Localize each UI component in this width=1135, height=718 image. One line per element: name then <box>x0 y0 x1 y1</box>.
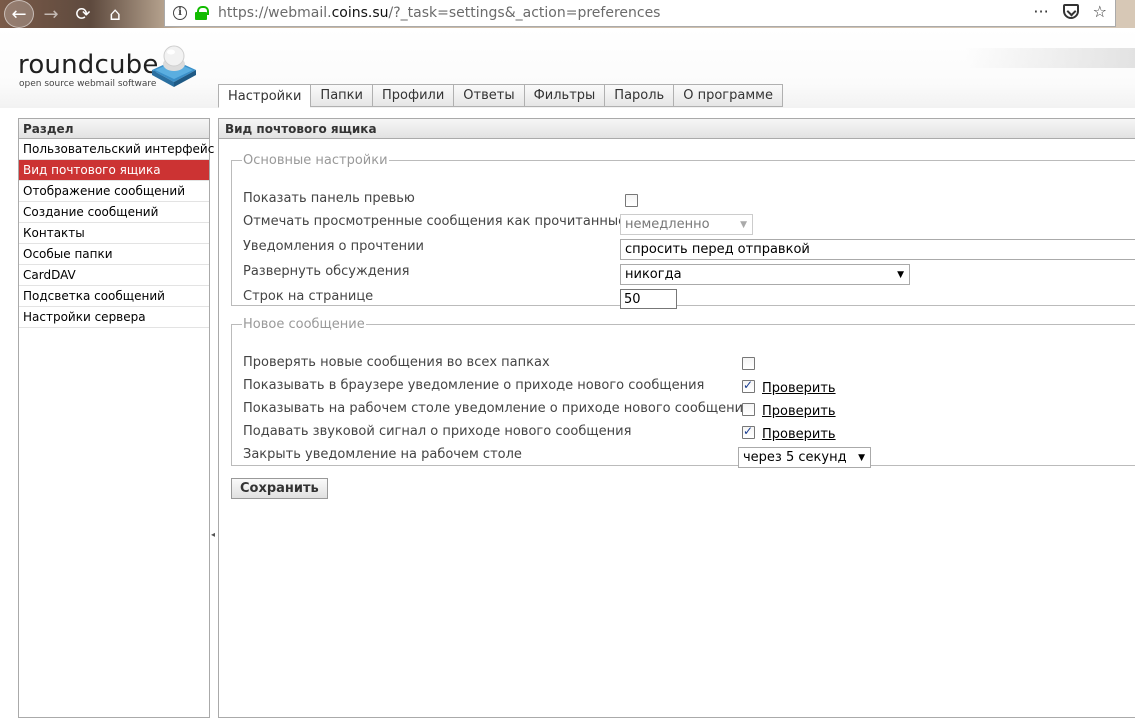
tab-about[interactable]: О программе <box>673 84 783 107</box>
home-icon: ⌂ <box>109 3 121 25</box>
expand-threads-label: Развернуть обсуждения <box>243 264 410 279</box>
logo-tagline: open source webmail software <box>19 79 157 89</box>
bookmark-star-icon[interactable]: ☆ <box>1093 2 1107 21</box>
settings-tabs: Настройки Папки Профили Ответы Фильтры П… <box>218 84 783 108</box>
sidebar-title: Раздел <box>19 119 209 139</box>
new-message-legend: Новое сообщение <box>243 317 365 332</box>
address-bar[interactable]: i https://webmail.coins.su/?_task=settin… <box>164 0 1116 27</box>
dropdown-arrow-icon: ▼ <box>740 220 747 230</box>
read-receipts-select[interactable]: спросить перед отправкой <box>620 239 1135 260</box>
sidebar-item-message-highlighting[interactable]: Подсветка сообщений <box>19 286 209 307</box>
mark-read-label: Отмечать просмотренные сообщения как про… <box>243 214 627 229</box>
pocket-icon[interactable] <box>1062 4 1079 19</box>
url-text[interactable]: https://webmail.coins.su/?_task=settings… <box>218 5 660 21</box>
sidebar-item-displaying-messages[interactable]: Отображение сообщений <box>19 181 209 202</box>
tab-filters[interactable]: Фильтры <box>523 84 605 107</box>
roundcube-logo-icon[interactable] <box>150 42 198 88</box>
expand-threads-select[interactable]: никогда ▼ <box>620 264 910 285</box>
back-button[interactable]: ← <box>4 0 34 28</box>
browser-notify-label: Показывать в браузере уведомление о прих… <box>243 378 705 393</box>
browser-notify-checkbox[interactable] <box>742 378 755 393</box>
new-message-fieldset: Новое сообщение Проверять новые сообщени… <box>231 317 1135 468</box>
browser-toolbar: ← → ⟳ ⌂ i https://webmail.coins.su/?_tas… <box>0 0 1135 28</box>
arrow-right-icon: → <box>43 3 59 25</box>
tab-password[interactable]: Пароль <box>604 84 674 107</box>
check-all-folders-label: Проверять новые сообщения во всех папках <box>243 355 550 370</box>
info-icon[interactable]: i <box>173 6 187 20</box>
arrow-left-icon: ← <box>11 3 27 25</box>
preview-pane-checkbox[interactable] <box>625 194 638 207</box>
forward-button[interactable]: → <box>38 1 64 27</box>
sidebar-item-server-settings[interactable]: Настройки сервера <box>19 307 209 328</box>
desktop-notify-checkbox[interactable] <box>742 403 755 416</box>
sidebar-item-carddav[interactable]: CardDAV <box>19 265 209 286</box>
desktop-notify-label: Показывать на рабочем столе уведомление … <box>243 401 751 416</box>
browser-notify-test-link[interactable]: Проверить <box>762 381 836 396</box>
reload-button[interactable]: ⟳ <box>70 1 96 27</box>
home-button[interactable]: ⌂ <box>102 1 128 27</box>
lock-icon[interactable] <box>195 6 209 20</box>
basic-settings-legend: Основные настройки <box>243 153 388 168</box>
close-notify-label: Закрыть уведомление на рабочем столе <box>243 447 522 462</box>
more-actions-icon[interactable]: ··· <box>1033 2 1048 21</box>
sidebar-item-contacts[interactable]: Контакты <box>19 223 209 244</box>
logo-name[interactable]: roundcube <box>18 50 159 80</box>
rows-per-page-input[interactable]: 50 <box>620 289 677 309</box>
dropdown-arrow-icon: ▼ <box>897 270 904 280</box>
mark-read-select[interactable]: немедленно ▼ <box>620 214 753 235</box>
tab-identities[interactable]: Профили <box>371 84 454 107</box>
sidebar-item-composing-messages[interactable]: Создание сообщений <box>19 202 209 223</box>
sidebar-item-mailbox-view[interactable]: Вид почтового ящика <box>19 160 209 181</box>
reload-icon: ⟳ <box>75 3 91 25</box>
sidebar-item-special-folders[interactable]: Особые папки <box>19 244 209 265</box>
dropdown-arrow-icon: ▼ <box>858 453 865 463</box>
sound-notify-label: Подавать звуковой сигнал о приходе новог… <box>243 424 632 439</box>
sound-notify-checkbox[interactable] <box>742 424 755 439</box>
sidebar-item-user-interface[interactable]: Пользовательский интерфейс <box>19 139 214 160</box>
preview-pane-label: Показать панель превью <box>243 191 415 206</box>
basic-settings-fieldset: Основные настройки Показать панель превь… <box>231 153 1135 309</box>
read-receipts-label: Уведомления о прочтении <box>243 239 424 254</box>
pane-splitter-handle[interactable]: ◂ <box>211 530 215 539</box>
close-notify-select[interactable]: через 5 секунд ▼ <box>738 447 871 468</box>
tab-responses[interactable]: Ответы <box>453 84 524 107</box>
section-title: Вид почтового ящика <box>219 119 1135 139</box>
sound-notify-test-link[interactable]: Проверить <box>762 427 836 442</box>
tab-preferences[interactable]: Настройки <box>218 84 311 108</box>
desktop-notify-test-link[interactable]: Проверить <box>762 404 836 419</box>
sections-sidebar: Раздел Пользовательский интерфейс Вид по… <box>18 118 214 718</box>
preferences-panel: Вид почтового ящика Основные настройки П… <box>218 118 1135 718</box>
check-all-folders-checkbox[interactable] <box>742 357 755 370</box>
rows-per-page-label: Строк на странице <box>243 289 374 304</box>
tab-folders[interactable]: Папки <box>310 84 372 107</box>
save-button[interactable]: Сохранить <box>231 478 328 499</box>
